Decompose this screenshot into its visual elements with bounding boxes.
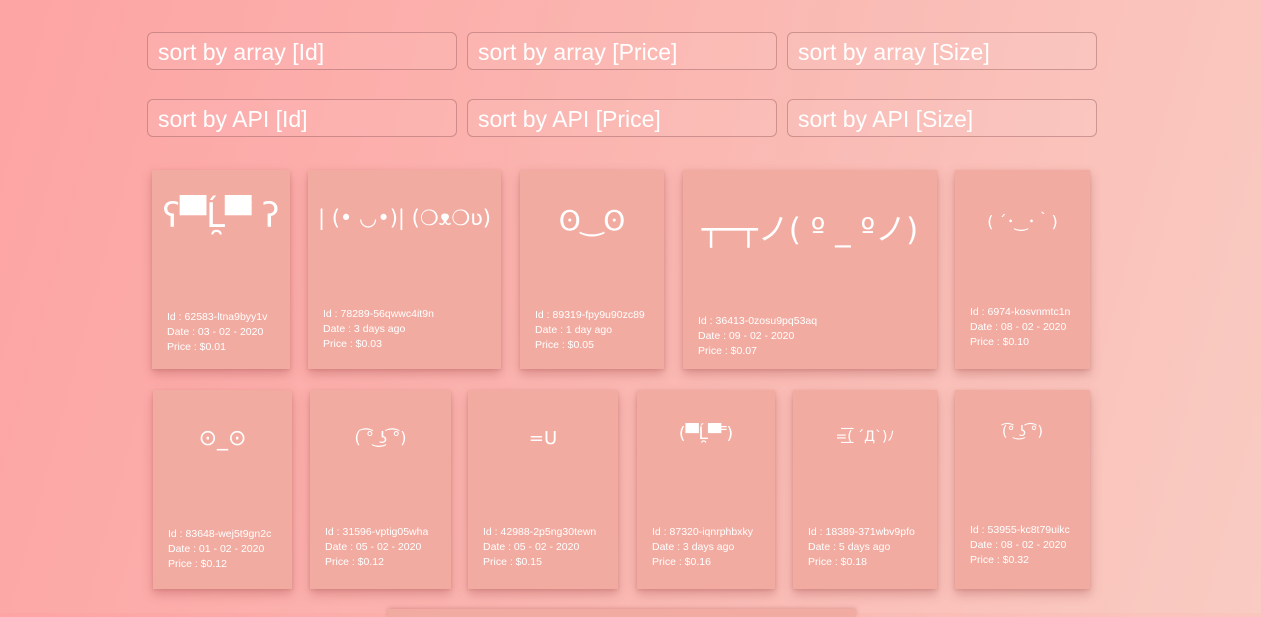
ascii-face: ( ´･‿･｀) — [987, 212, 1058, 231]
card-meta: Id : 18389-371wbv9pfo Date : 5 days ago … — [808, 525, 931, 570]
card-price: Price : $0.12 — [168, 558, 227, 570]
product-card[interactable]: ( ͡° ͜ʖ ͡°) Id : 31596-vptig05wha Date :… — [310, 390, 451, 589]
card-price: Price : $0.03 — [323, 338, 382, 350]
ascii-face: (͡° ͜ʖ ͡°) — [1002, 424, 1043, 440]
card-date: Date : 09 - 02 - 2020 — [698, 330, 795, 342]
ascii-face: ( ͡° ͜ʖ ͡°) — [354, 428, 407, 447]
card-id: Id : 18389-371wbv9pfo — [808, 526, 915, 538]
card-id: Id : 31596-vptig05wha — [325, 526, 429, 538]
card-date: Date : 05 - 02 - 2020 — [483, 541, 580, 553]
sort-by-api-id-button[interactable]: sort by API [Id] — [147, 99, 457, 137]
card-meta: Id : 62583-ltna9byy1v Date : 03 - 02 - 2… — [167, 310, 284, 355]
card-price: Price : $0.16 — [652, 556, 711, 568]
card-date: Date : 08 - 02 - 2020 — [970, 539, 1067, 551]
card-meta: Id : 83648-wej5t9gn2c Date : 01 - 02 - 2… — [168, 527, 286, 572]
product-card[interactable]: ⊙_⊙ Id : 83648-wej5t9gn2c Date : 01 - 02… — [153, 390, 292, 589]
card-date: Date : 3 days ago — [652, 541, 735, 553]
card-meta: Id : 87320-iqnrphbxky Date : 3 days ago … — [652, 525, 769, 570]
card-price: Price : $0.07 — [698, 345, 757, 357]
card-date: Date : 01 - 02 - 2020 — [168, 543, 265, 555]
card-price: Price : $0.05 — [535, 339, 594, 351]
card-id: Id : 89319-fpy9u90zc89 — [535, 309, 645, 321]
card-meta: Id : 89319-fpy9u90zc89 Date : 1 day ago … — [535, 308, 658, 353]
product-card[interactable]: (͡° ͜ʖ ͡°) Id : 53955-kc8t79uikc Date : … — [955, 390, 1090, 589]
ascii-face: (▀̿Ĺ̯▀̿ ̿) — [678, 424, 734, 444]
ascii-face: | (• ◡•)| (❍ᴥ❍ʋ) — [317, 206, 491, 230]
card-id: Id : 36413-0zosu9pq53aq — [698, 315, 818, 327]
sort-by-api-size-button[interactable]: sort by API [Size] — [787, 99, 1097, 137]
sort-by-array-id-button[interactable]: sort by array [Id] — [147, 32, 457, 70]
card-date: Date : 5 days ago — [808, 541, 891, 553]
card-price: Price : $0.12 — [325, 556, 384, 568]
product-card[interactable]: ʘ‿ʘ Id : 89319-fpy9u90zc89 Date : 1 day … — [520, 170, 664, 369]
product-card[interactable]: ( ´･‿･｀) Id : 6974-kosvnmtc1n Date : 08 … — [955, 170, 1090, 369]
ascii-face: ʕ▀̿Ĺ̯▀̿ ʔ — [162, 196, 280, 236]
card-price: Price : $0.15 — [483, 556, 542, 568]
card-id: Id : 42988-2p5ng30tewn — [483, 526, 597, 538]
product-card[interactable]: | (• ◡•)| (❍ᴥ❍ʋ) Id : 78289-56qwwc4it9n … — [308, 170, 501, 369]
product-card[interactable]: ʕ▀̿Ĺ̯▀̿ ʔ Id : 62583-ltna9byy1v Date : 0… — [152, 170, 290, 369]
card-meta: Id : 6974-kosvnmtc1n Date : 08 - 02 - 20… — [970, 305, 1084, 350]
sort-by-array-size-button[interactable]: sort by array [Size] — [787, 32, 1097, 70]
ascii-face: ┬─┬ノ( º _ ºノ) — [701, 212, 919, 248]
card-price: Price : $0.32 — [970, 554, 1029, 566]
card-price: Price : $0.18 — [808, 556, 867, 568]
card-id: Id : 53955-kc8t79uikc — [970, 524, 1070, 536]
card-price: Price : $0.01 — [167, 341, 226, 353]
card-id: Id : 83648-wej5t9gn2c — [168, 528, 272, 540]
product-card[interactable]: ┬─┬ノ( º _ ºノ) Id : 36413-0zosu9pq53aq Da… — [683, 170, 937, 369]
ascii-face: =͟͟͞͞( ´Д`)ﾉ — [835, 429, 895, 445]
product-card[interactable]: =͟͟͞͞( ´Д`)ﾉ Id : 18389-371wbv9pfo Date … — [793, 390, 937, 589]
ascii-face: =U — [528, 428, 558, 449]
card-meta: Id : 42988-2p5ng30tewn Date : 05 - 02 - … — [483, 525, 612, 570]
card-id: Id : 78289-56qwwc4it9n — [323, 308, 434, 320]
card-meta: Id : 78289-56qwwc4it9n Date : 3 days ago… — [323, 307, 495, 352]
card-id: Id : 6974-kosvnmtc1n — [970, 306, 1071, 318]
next-row-card-edge — [388, 609, 856, 617]
card-date: Date : 03 - 02 - 2020 — [167, 326, 264, 338]
card-id: Id : 87320-iqnrphbxky — [652, 526, 753, 538]
sort-by-array-price-button[interactable]: sort by array [Price] — [467, 32, 777, 70]
product-card[interactable]: (▀̿Ĺ̯▀̿ ̿) Id : 87320-iqnrphbxky Date : … — [637, 390, 775, 589]
card-meta: Id : 31596-vptig05wha Date : 05 - 02 - 2… — [325, 525, 445, 570]
product-card[interactable]: =U Id : 42988-2p5ng30tewn Date : 05 - 02… — [468, 390, 618, 589]
card-date: Date : 1 day ago — [535, 324, 613, 336]
ascii-face: ʘ‿ʘ — [558, 204, 626, 237]
card-price: Price : $0.10 — [970, 336, 1029, 348]
card-meta: Id : 36413-0zosu9pq53aq Date : 09 - 02 -… — [698, 314, 931, 359]
sort-by-api-price-button[interactable]: sort by API [Price] — [467, 99, 777, 137]
card-date: Date : 3 days ago — [323, 323, 406, 335]
card-date: Date : 08 - 02 - 2020 — [970, 321, 1067, 333]
card-date: Date : 05 - 02 - 2020 — [325, 541, 422, 553]
card-meta: Id : 53955-kc8t79uikc Date : 08 - 02 - 2… — [970, 523, 1084, 568]
ascii-face: ⊙_⊙ — [198, 426, 247, 451]
card-id: Id : 62583-ltna9byy1v — [167, 311, 268, 323]
